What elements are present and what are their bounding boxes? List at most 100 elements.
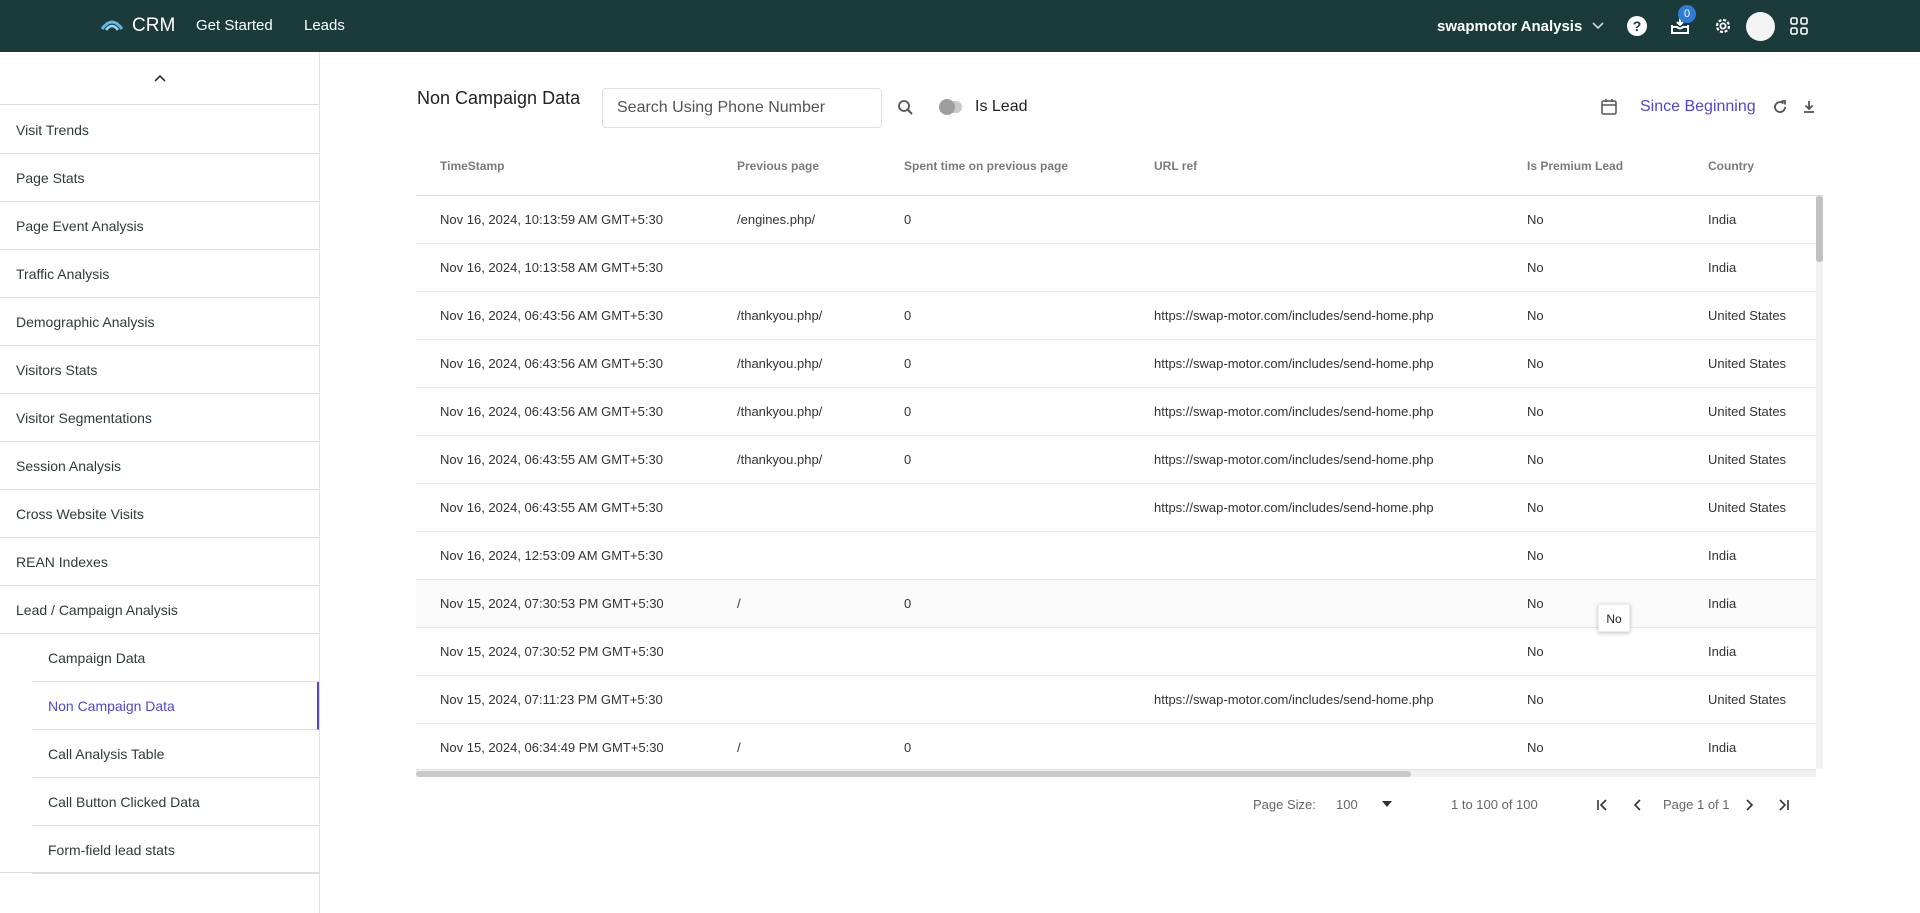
cell-url-ref: https://swap-motor.com/includes/send-hom…	[1154, 452, 1434, 467]
cell-is-premium-lead: No	[1527, 356, 1544, 371]
is-lead-toggle[interactable]	[939, 99, 962, 115]
cell-previous-page: /thankyou.php/	[737, 308, 823, 323]
table-row[interactable]: Nov 15, 2024, 07:30:52 PM GMT+5:30 No Indi…	[416, 628, 1816, 676]
horizontal-scroll-thumb[interactable]	[416, 771, 1411, 777]
cell-timestamp: Nov 15, 2024, 07:11:23 PM GMT+5:30	[440, 692, 663, 707]
cell-tooltip: No	[1598, 604, 1630, 632]
cell-is-premium-lead: No	[1527, 548, 1544, 563]
cell-spent-time: 0	[904, 404, 912, 419]
cell-country: United States	[1708, 692, 1787, 707]
column-header-url-ref[interactable]: URL ref	[1154, 140, 1197, 196]
calendar-icon[interactable]	[1600, 98, 1620, 118]
cell-country: India	[1708, 644, 1737, 659]
column-header-spent-time[interactable]: Spent time on previous page	[904, 140, 1068, 196]
cell-timestamp: Nov 15, 2024, 07:30:53 PM GMT+5:30	[440, 596, 664, 611]
cell-timestamp: Nov 16, 2024, 06:43:55 AM GMT+5:30	[440, 500, 663, 515]
table-row[interactable]: Nov 15, 2024, 07:11:23 PM GMT+5:30 https:…	[416, 676, 1816, 724]
notification-badge: 0	[1678, 5, 1696, 23]
cell-country: India	[1708, 740, 1737, 755]
sidebar-item-page-event-analysis[interactable]: Page Event Analysis	[0, 202, 319, 250]
cell-spent-time: 0	[904, 356, 912, 371]
cell-timestamp: Nov 16, 2024, 06:43:56 AM GMT+5:30	[440, 404, 663, 419]
sidebar-item-page-stats[interactable]: Page Stats	[0, 154, 319, 202]
last-page-icon[interactable]	[1774, 796, 1792, 814]
chevron-up-icon	[153, 74, 166, 82]
cell-timestamp: Nov 16, 2024, 10:13:59 AM GMT+5:30	[440, 212, 663, 227]
table-row[interactable]: Nov 16, 2024, 12:53:09 AM GMT+5:30 No Indi…	[416, 532, 1816, 580]
cell-is-premium-lead: No	[1527, 500, 1544, 515]
cell-previous-page: /thankyou.php/	[737, 404, 823, 419]
top-nav-bar: CRM Get Started Leads swapmotor Analysis…	[0, 0, 1920, 52]
row-range-summary: 1 to 100 of 100	[1451, 797, 1538, 812]
column-header-timestamp[interactable]: TimeStamp	[440, 140, 504, 196]
sidebar-item-form-field-lead-stats[interactable]: Form-field lead stats	[32, 826, 319, 874]
sidebar-item-cross-website-visits[interactable]: Cross Website Visits	[0, 490, 319, 538]
refresh-icon[interactable]	[1771, 98, 1791, 118]
cell-country: United States	[1708, 356, 1787, 371]
cell-country: India	[1708, 260, 1737, 275]
sidebar-item-visitors-stats[interactable]: Visitors Stats	[0, 346, 319, 394]
sidebar-item-visit-trends[interactable]: Visit Trends	[0, 106, 319, 154]
account-selector[interactable]: swapmotor Analysis	[1437, 0, 1604, 52]
cell-spent-time: 0	[904, 212, 912, 227]
cell-timestamp: Nov 15, 2024, 07:30:52 PM GMT+5:30	[440, 644, 664, 659]
sidebar-item-session-analysis[interactable]: Session Analysis	[0, 442, 319, 490]
table-row[interactable]: Nov 16, 2024, 06:43:56 AM GMT+5:30/thank…	[416, 340, 1816, 388]
cell-timestamp: Nov 16, 2024, 06:43:55 AM GMT+5:30	[440, 452, 663, 467]
brand[interactable]: CRM	[100, 0, 175, 52]
phone-search-input[interactable]	[602, 88, 882, 128]
vertical-scroll-thumb[interactable]	[1816, 196, 1823, 262]
table-row[interactable]: Nov 16, 2024, 06:43:55 AM GMT+5:30 https:…	[416, 484, 1816, 532]
cell-is-premium-lead: No	[1527, 404, 1544, 419]
cell-timestamp: Nov 16, 2024, 10:13:58 AM GMT+5:30	[440, 260, 663, 275]
sidebar-item-traffic-analysis[interactable]: Traffic Analysis	[0, 250, 319, 298]
cell-previous-page: /	[737, 596, 741, 611]
account-name: swapmotor Analysis	[1437, 17, 1583, 35]
nav-get-started[interactable]: Get Started	[196, 0, 273, 52]
next-page-icon[interactable]	[1740, 796, 1758, 814]
help-icon[interactable]: ?	[1625, 14, 1649, 38]
table-row[interactable]: Nov 16, 2024, 10:13:59 AM GMT+5:30/engin…	[416, 196, 1816, 244]
previous-page-icon[interactable]	[1629, 796, 1647, 814]
first-page-icon[interactable]	[1594, 796, 1612, 814]
horizontal-scrollbar[interactable]	[416, 769, 1816, 777]
cell-country: India	[1708, 548, 1737, 563]
table-row[interactable]: Nov 15, 2024, 06:34:49 PM GMT+5:30 / 0 No In…	[416, 724, 1816, 772]
column-header-is-premium-lead[interactable]: Is Premium Lead	[1527, 140, 1623, 196]
sidebar-item-call-analysis-table[interactable]: Call Analysis Table	[32, 730, 319, 778]
table-row[interactable]: Nov 16, 2024, 06:43:56 AM GMT+5:30/thank…	[416, 388, 1816, 436]
table-row[interactable]: Nov 16, 2024, 06:43:55 AM GMT+5:30/thank…	[416, 436, 1816, 484]
date-range-selector[interactable]: Since Beginning	[1640, 98, 1756, 116]
sidebar-item-demographic-analysis[interactable]: Demographic Analysis	[0, 298, 319, 346]
gear-icon[interactable]	[1711, 14, 1735, 38]
sidebar-item-lead-campaign-analysis[interactable]: Lead / Campaign Analysis	[0, 586, 319, 634]
sidebar-item-campaign-data[interactable]: Campaign Data	[32, 634, 319, 682]
page-title: Non Campaign Data	[417, 88, 581, 108]
sidebar-collapse-button[interactable]	[0, 52, 319, 105]
vertical-scrollbar[interactable]	[1816, 196, 1823, 769]
cell-is-premium-lead: No	[1527, 596, 1544, 611]
table-row[interactable]: Nov 16, 2024, 06:43:56 AM GMT+5:30/thank…	[416, 292, 1816, 340]
sidebar-item-non-campaign-data[interactable]: Non Campaign Data	[32, 682, 319, 730]
avatar[interactable]	[1746, 12, 1775, 41]
caret-down-icon[interactable]	[1382, 801, 1392, 807]
cell-previous-page: /engines.php/	[737, 212, 816, 227]
apps-grid-icon[interactable]	[1787, 14, 1811, 38]
cell-spent-time: 0	[904, 308, 912, 323]
sidebar-item-call-button-clicked-data[interactable]: Call Button Clicked Data	[32, 778, 319, 826]
cell-is-premium-lead: No	[1527, 692, 1544, 707]
page-size-select[interactable]: 100	[1336, 797, 1358, 812]
nav-leads[interactable]: Leads	[304, 0, 345, 52]
column-header-previous-page[interactable]: Previous page	[737, 140, 819, 196]
search-icon[interactable]	[896, 98, 916, 118]
column-header-country[interactable]: Country	[1708, 140, 1754, 196]
cell-is-premium-lead: No	[1527, 740, 1544, 755]
app-name: CRM	[132, 15, 176, 36]
sidebar-item-rean-indexes[interactable]: REAN Indexes	[0, 538, 319, 586]
table-row[interactable]: Nov 16, 2024, 10:13:58 AM GMT+5:30 No Indi…	[416, 244, 1816, 292]
cell-timestamp: Nov 16, 2024, 06:43:56 AM GMT+5:30	[440, 308, 663, 323]
download-icon[interactable]	[1800, 98, 1820, 118]
cell-spent-time: 0	[904, 740, 912, 755]
cell-timestamp: Nov 15, 2024, 06:34:49 PM GMT+5:30	[440, 740, 664, 755]
sidebar-item-visitor-segmentations[interactable]: Visitor Segmentations	[0, 394, 319, 442]
